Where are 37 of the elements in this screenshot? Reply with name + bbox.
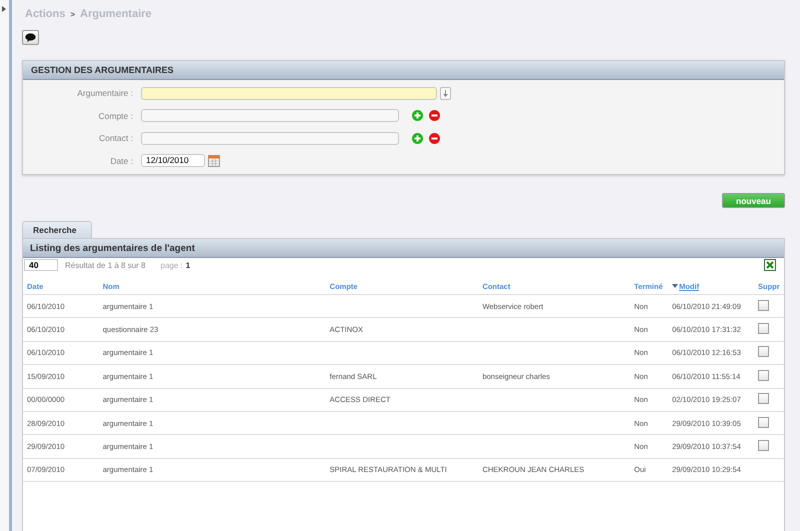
expand-arrow-icon[interactable] <box>2 6 6 12</box>
delete-checkbox[interactable] <box>758 440 769 452</box>
lookup-field[interactable] <box>141 109 399 122</box>
panel-title: GESTION DES ARGUMENTAIRES <box>23 61 784 80</box>
new-button[interactable]: nouveau <box>722 193 785 208</box>
add-icon[interactable] <box>412 110 423 122</box>
dropdown-button[interactable] <box>440 86 451 100</box>
delete-checkbox[interactable] <box>758 300 769 311</box>
page-number: 1 <box>186 260 190 270</box>
field-label: Contact : <box>98 133 134 144</box>
date-field[interactable]: 12/10/2010 <box>141 154 205 168</box>
delete-checkbox[interactable] <box>758 346 769 358</box>
breadcrumb-link[interactable]: Actions <box>25 8 66 20</box>
field-label: Date : <box>109 156 134 166</box>
delete-checkbox[interactable] <box>758 393 769 404</box>
listing-title: Listing des argumentaires de l'agent <box>23 239 784 258</box>
result-count: Résultat de 1 à 8 sur 8 <box>65 260 146 270</box>
lookup-field[interactable] <box>141 132 399 145</box>
field-label: Argumentaire : <box>76 88 134 98</box>
remove-icon[interactable] <box>429 132 440 144</box>
page-size-field[interactable]: 40 <box>24 259 58 271</box>
sort-arrow-icon <box>672 284 678 288</box>
delete-checkbox[interactable] <box>758 370 769 381</box>
field-label: Compte : <box>98 110 134 121</box>
delete-checkbox[interactable] <box>758 323 769 334</box>
page-label: page : <box>160 260 183 270</box>
down-arrow-icon <box>443 90 448 97</box>
remove-icon[interactable] <box>429 110 440 122</box>
comment-button[interactable] <box>22 30 39 45</box>
spreadsheet-export-icon[interactable] <box>764 259 776 271</box>
breadcrumb-separator: > <box>70 10 76 19</box>
search-tab[interactable]: Recherche <box>22 221 92 238</box>
breadcrumb-current: Argumentaire <box>80 8 152 20</box>
argumentaire-field[interactable] <box>141 86 437 100</box>
add-icon[interactable] <box>412 132 423 144</box>
calendar-icon[interactable] <box>208 154 220 167</box>
delete-checkbox[interactable] <box>758 416 769 428</box>
